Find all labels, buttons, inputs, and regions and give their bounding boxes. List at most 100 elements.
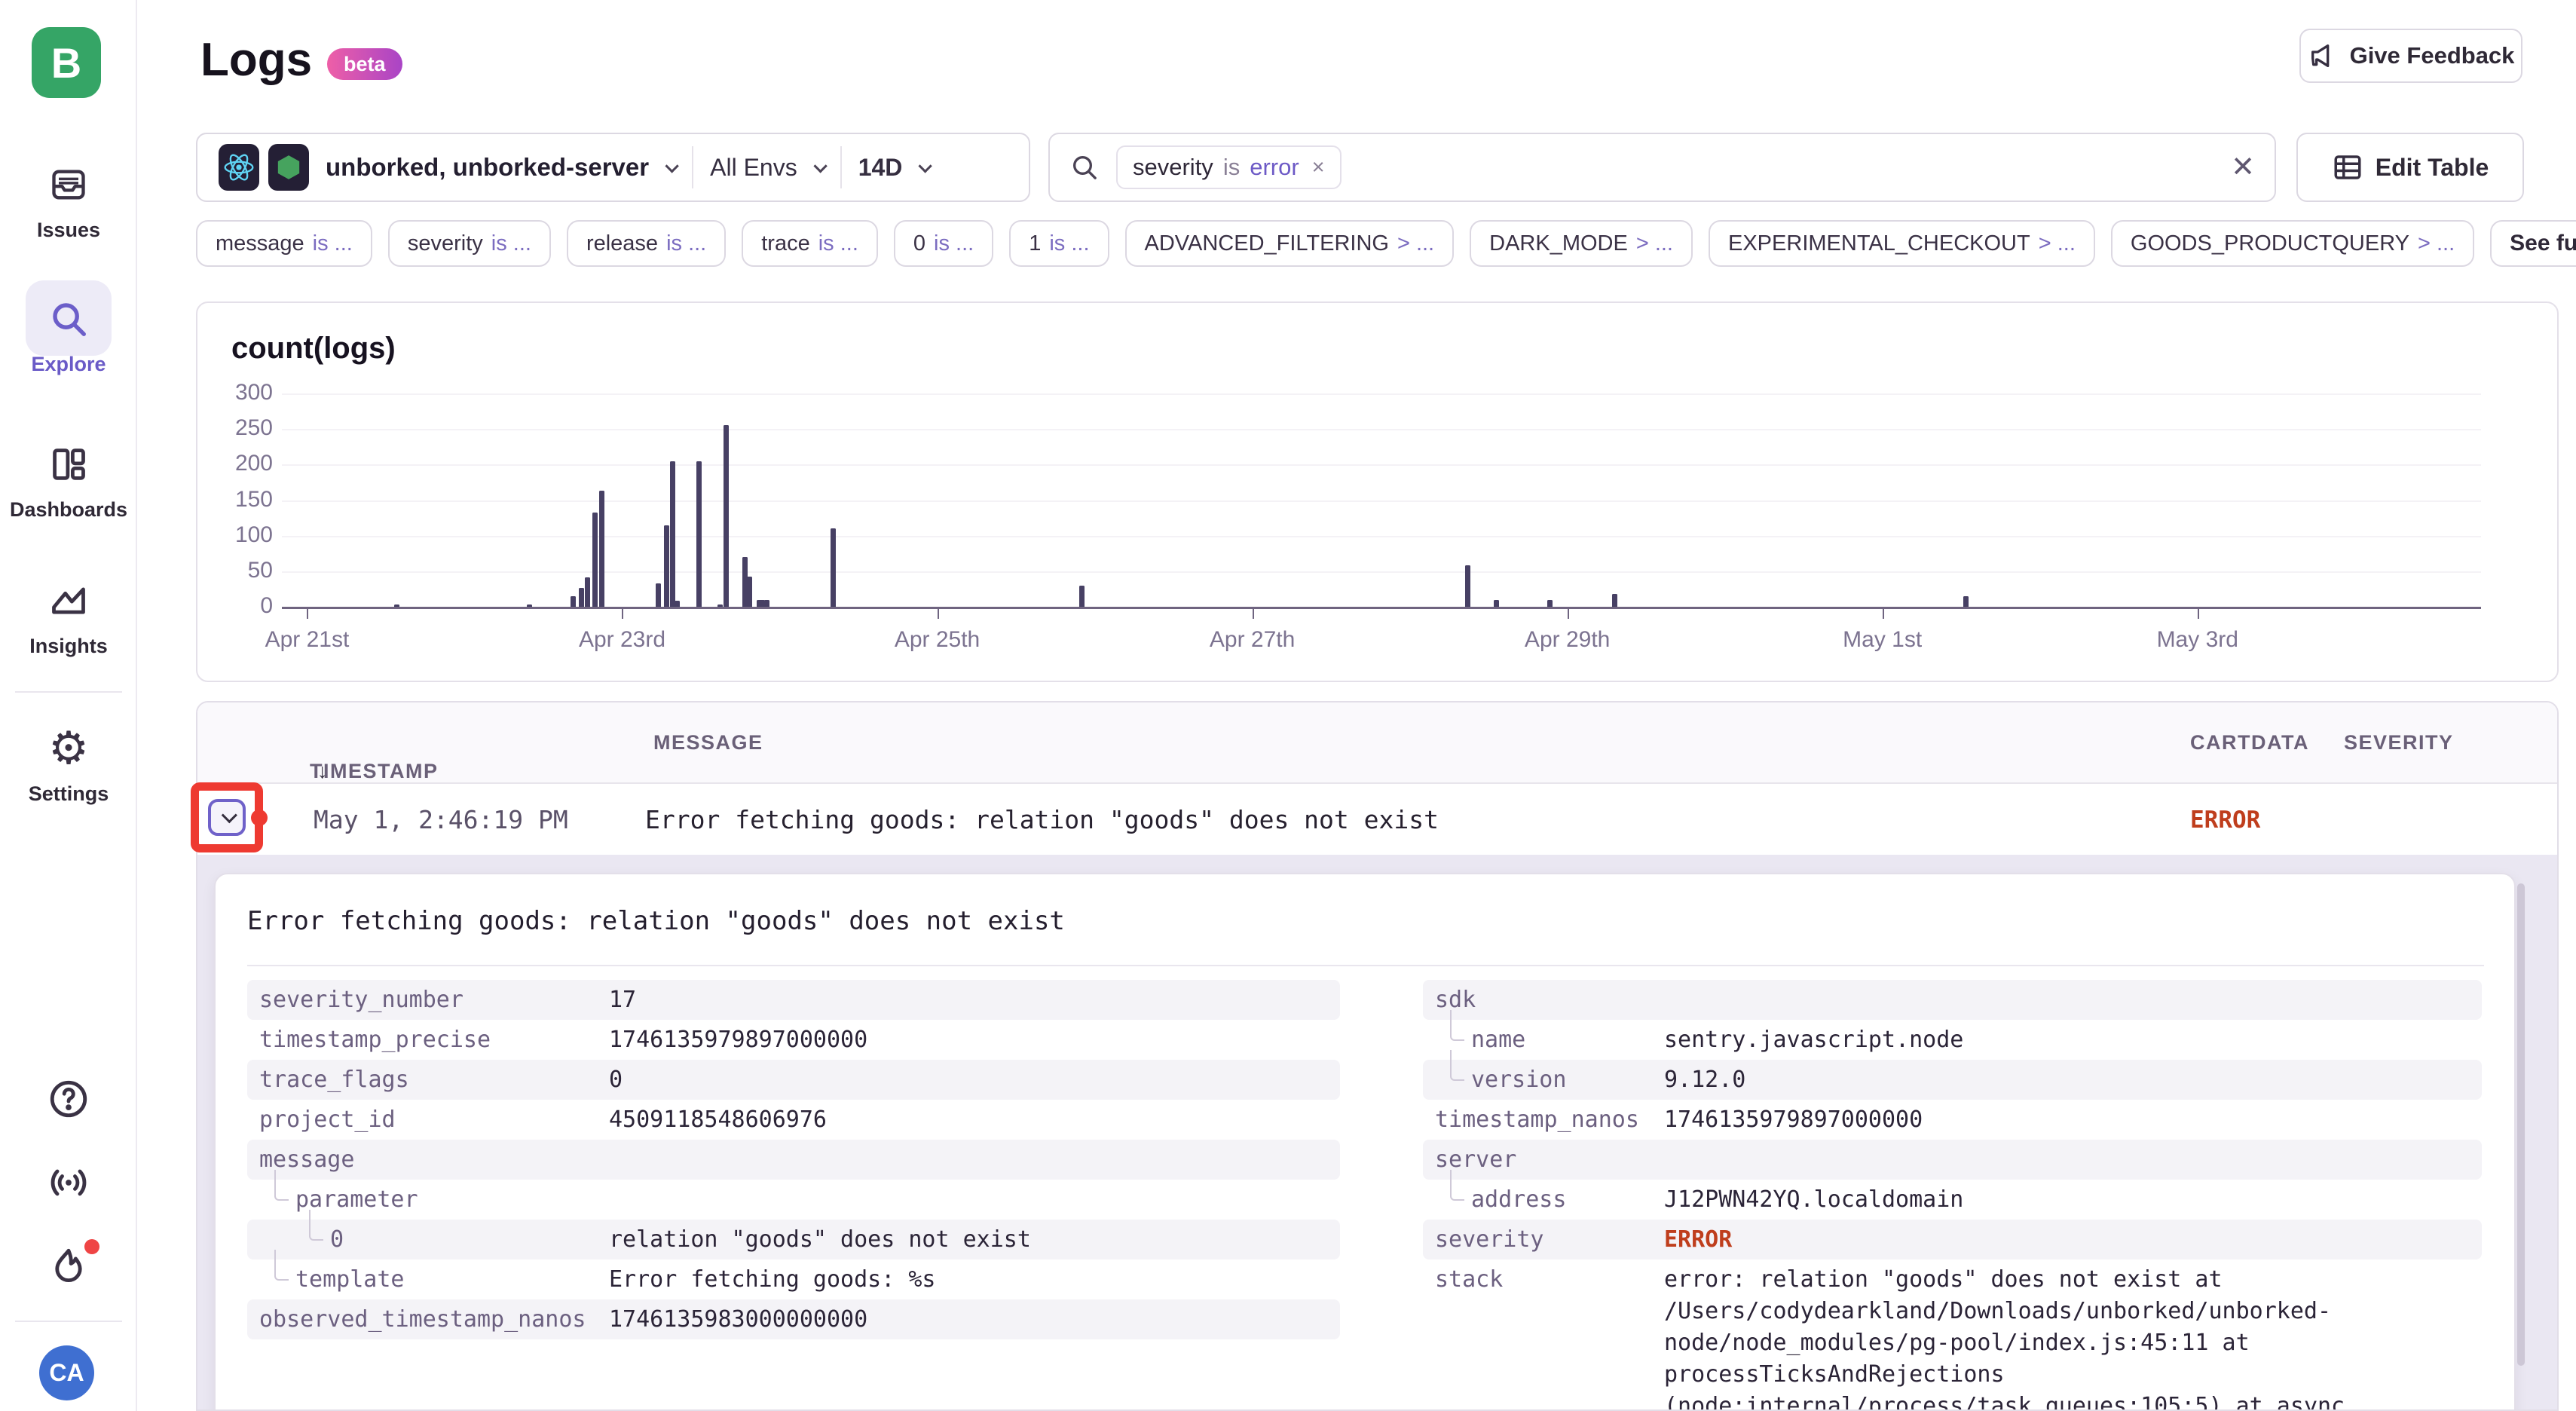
chart-bar <box>747 577 752 607</box>
filter-chip[interactable]: releaseis ... <box>567 220 726 267</box>
search-input[interactable]: severity is error × ✕ <box>1048 133 2276 202</box>
help-icon[interactable] <box>47 1077 90 1121</box>
sidebar-item-label: Settings <box>0 782 137 806</box>
x-axis-tick-label: Apr 27th <box>1210 627 1295 653</box>
attribute-key: trace_flags <box>247 1060 609 1100</box>
filter-chip[interactable]: DARK_MODE> ... <box>1470 220 1693 267</box>
gridline <box>282 464 2481 466</box>
attribute-key: template <box>247 1259 609 1299</box>
remove-token-icon[interactable]: × <box>1312 155 1325 180</box>
chart-bar <box>571 596 576 607</box>
filter-chip[interactable]: traceis ... <box>742 220 878 267</box>
x-axis-tick <box>1253 609 1254 619</box>
sort-descending-icon: ↓ <box>317 760 328 783</box>
beta-badge: beta <box>327 48 402 80</box>
column-header-message[interactable]: MESSAGE <box>653 731 763 754</box>
project-selector[interactable]: unborked, unborked-server <box>326 153 649 182</box>
see-full-list-button[interactable]: See full list <box>2490 220 2576 267</box>
date-range-selector[interactable]: 14D <box>858 154 903 182</box>
search-icon <box>0 295 137 342</box>
clear-search-icon[interactable]: ✕ <box>2231 153 2255 182</box>
log-detail-panel: Error fetching goods: relation "goods" d… <box>214 873 2516 1411</box>
chart-bar <box>579 588 584 607</box>
chart-bar <box>585 577 590 607</box>
user-avatar[interactable]: CA <box>39 1345 94 1400</box>
table-icon <box>2332 152 2363 183</box>
attribute-value: relation "goods" does not exist <box>609 1220 1340 1259</box>
react-platform-icon <box>219 144 259 191</box>
give-feedback-button[interactable]: Give Feedback <box>2299 29 2522 83</box>
column-header-severity[interactable]: SEVERITY <box>2344 731 2454 754</box>
gridline <box>282 429 2481 430</box>
gridline <box>282 500 2481 502</box>
attribute-value: 0 <box>609 1060 1340 1100</box>
column-header-cartdata[interactable]: CARTDATA <box>2190 731 2309 754</box>
insights-icon <box>0 577 137 624</box>
scrollbar-thumb[interactable] <box>2517 883 2525 1366</box>
chart-bar <box>599 491 604 607</box>
attributes-table-right: sdknamesentry.javascript.nodeversion9.12… <box>1423 980 2482 1411</box>
x-axis-tick <box>2198 609 2199 619</box>
chevron-down-icon <box>813 159 827 173</box>
divider <box>840 146 842 188</box>
sidebar-item-explore[interactable]: Explore <box>0 295 137 376</box>
logs-table: TIMESTAMP↓ MESSAGE CARTDATA SEVERITY May… <box>196 701 2559 1411</box>
chart-bar <box>394 604 399 607</box>
attribute-value: sentry.javascript.node <box>1664 1020 2482 1060</box>
attribute-value <box>1664 980 2482 1020</box>
attribute-row: version9.12.0 <box>1423 1060 2482 1100</box>
attribute-row: timestamp_nanos1746135979897000000 <box>1423 1100 2482 1140</box>
attribute-key: severity <box>1423 1220 1664 1259</box>
sidebar-item-dashboards[interactable]: Dashboards <box>0 441 137 522</box>
org-logo[interactable]: B <box>32 27 101 98</box>
attribute-row: trace_flags0 <box>247 1060 1340 1100</box>
attribute-value: 1746135983000000000 <box>609 1299 1340 1339</box>
filter-chip[interactable]: 0is ... <box>894 220 993 267</box>
gridline <box>282 536 2481 537</box>
page-title: Logs <box>200 33 312 87</box>
sidebar-item-label: Issues <box>0 219 137 242</box>
filter-chip[interactable]: messageis ... <box>196 220 372 267</box>
whats-new-flame-icon[interactable] <box>47 1245 90 1289</box>
edit-table-button[interactable]: Edit Table <box>2296 133 2524 202</box>
attribute-key: message <box>247 1140 609 1180</box>
sidebar-item-insights[interactable]: Insights <box>0 577 137 658</box>
attribute-value: 1746135979897000000 <box>609 1020 1340 1060</box>
chart-bar <box>675 601 680 607</box>
environment-selector[interactable]: All Envs <box>710 154 797 182</box>
severity-badge: ERROR <box>2190 807 2260 834</box>
attribute-row: severity_number17 <box>247 980 1340 1020</box>
gridline <box>282 393 2481 395</box>
log-detail-title: Error fetching goods: relation "goods" d… <box>247 906 1065 936</box>
log-table-row[interactable]: May 1, 2:46:19 PM Error fetching goods: … <box>197 784 2557 855</box>
attribute-value: 4509118548606976 <box>609 1100 1340 1140</box>
attribute-row: sdk <box>1423 980 2482 1020</box>
attribute-value: ERROR <box>1664 1220 2482 1259</box>
log-message: Error fetching goods: relation "goods" d… <box>645 805 1439 834</box>
broadcast-icon[interactable] <box>47 1161 90 1204</box>
filter-chip[interactable]: severityis ... <box>388 220 551 267</box>
sidebar-item-label: Insights <box>0 635 137 658</box>
sidebar-item-settings[interactable]: ⚙ Settings <box>0 725 137 806</box>
sidebar-divider <box>15 691 122 693</box>
filter-chip[interactable]: 1is ... <box>1009 220 1109 267</box>
sidebar-item-issues[interactable]: Issues <box>0 161 137 242</box>
attribute-row: observed_timestamp_nanos1746135983000000… <box>247 1299 1340 1339</box>
sidebar-item-label: Dashboards <box>0 498 137 522</box>
dashboards-icon <box>0 441 137 488</box>
attribute-key: parameter <box>247 1180 609 1220</box>
chart-bar <box>1465 565 1470 607</box>
filter-chip[interactable]: ADVANCED_FILTERING> ... <box>1125 220 1455 267</box>
gear-icon: ⚙ <box>0 725 137 772</box>
search-filter-token[interactable]: severity is error × <box>1116 145 1342 189</box>
attribute-key: 0 <box>247 1220 609 1259</box>
chart-bar <box>592 513 598 607</box>
filter-chip[interactable]: GOODS_PRODUCTQUERY> ... <box>2111 220 2474 267</box>
y-axis-tick-label: 100 <box>226 522 273 548</box>
filter-chip[interactable]: EXPERIMENTAL_CHECKOUT> ... <box>1709 220 2095 267</box>
chevron-down-icon <box>665 159 679 173</box>
attribute-value: 17 <box>609 980 1340 1020</box>
attribute-row: parameter <box>247 1180 1340 1220</box>
sidebar-item-label: Explore <box>0 353 137 376</box>
attribute-value <box>609 1180 1340 1220</box>
